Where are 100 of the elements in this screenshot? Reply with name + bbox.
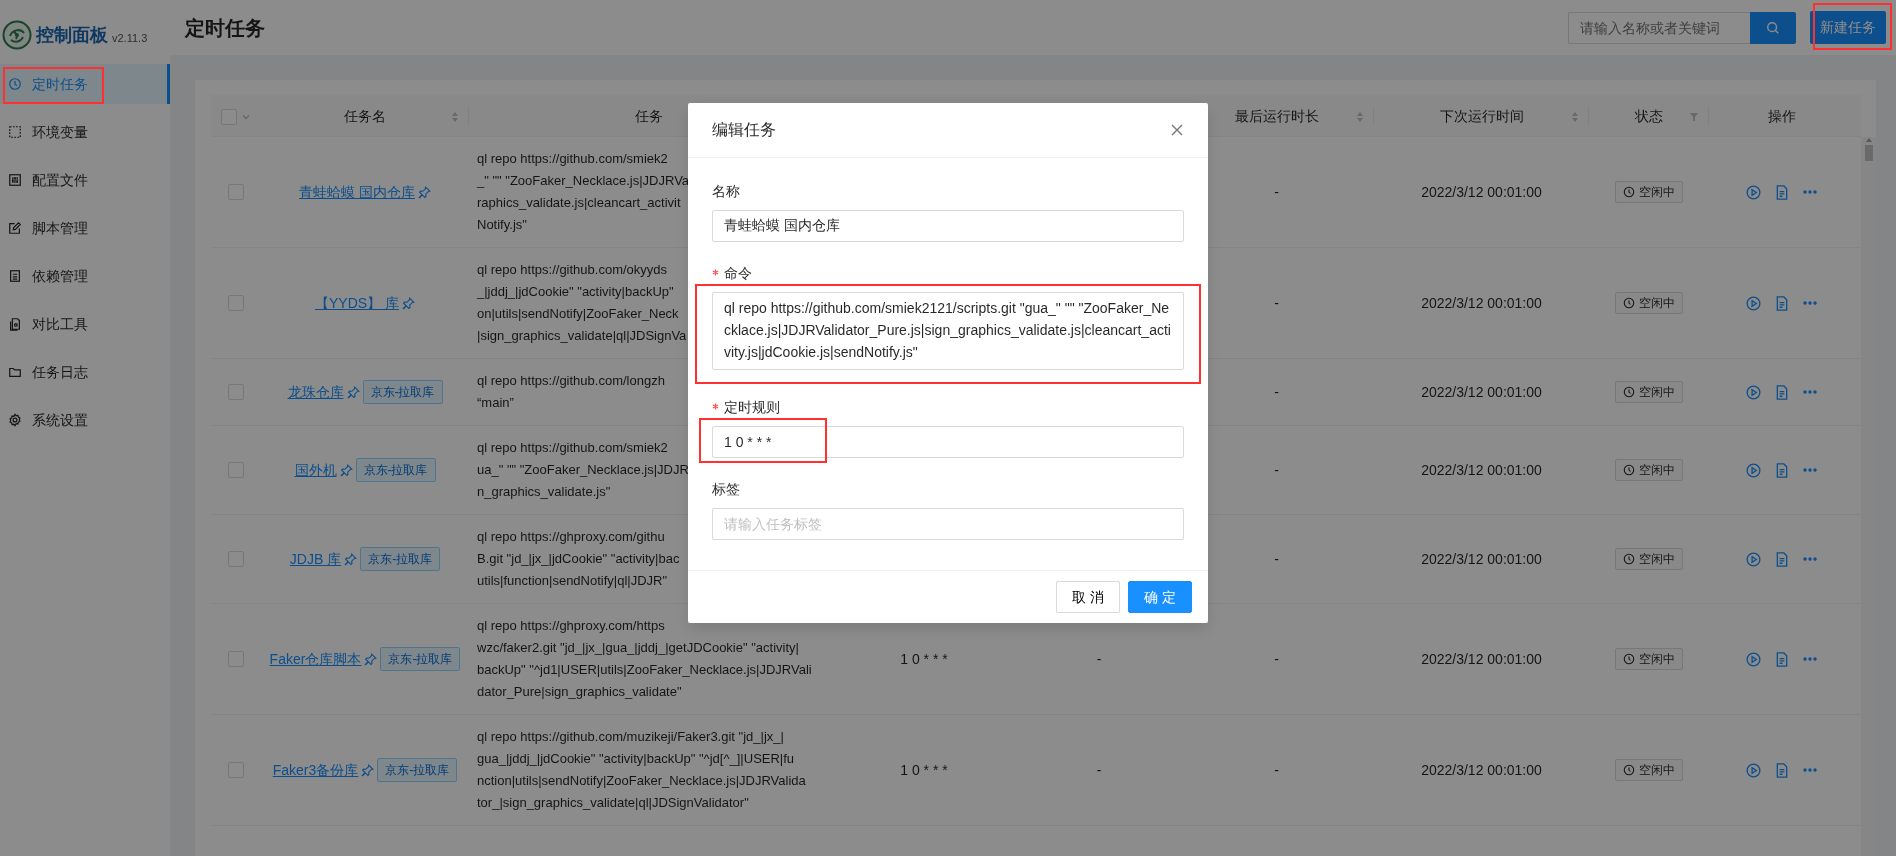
command-text: raphics_validate.js|cleancart_activit [477,194,681,212]
document-icon[interactable] [1775,551,1789,567]
next-run-time: 2022/3/12 00:01:00 [1421,293,1542,313]
sidebar-item[interactable]: 系统设置 [0,400,170,440]
duration-text: - [1274,649,1279,669]
play-icon[interactable] [1746,651,1761,667]
clock-icon [1623,464,1635,476]
clock-icon [1623,297,1635,309]
field-label: 定时规则 [712,396,1184,418]
play-icon[interactable] [1746,762,1761,778]
confirm-button[interactable]: 确 定 [1128,581,1192,613]
dashed-square-icon [8,125,22,139]
clock-icon [1623,653,1635,665]
document-icon [8,269,22,283]
command-text: ql repo https://ghproxy.com/githu [477,528,665,546]
task-tag: 京东-拉取库 [380,647,461,671]
play-icon[interactable] [1746,184,1761,200]
duration-text: - [1274,182,1279,202]
schedule-text: 1 0 * * * [900,649,948,669]
input-field[interactable]: 1 0 * * * [712,426,1184,458]
filter-icon[interactable] [1689,111,1699,122]
document-icon[interactable] [1775,184,1789,200]
command-text: _|jddj_|jdCookie" "activity|backUp" [477,283,674,301]
command-text: |sign_graphics_validate|ql|JDSignVa [477,327,687,345]
task-tag: 京东-拉取库 [362,380,443,404]
version-label: v2.11.3 [112,30,148,46]
more-icon[interactable] [1803,557,1817,561]
command-text: dator_Pure|sign_graphics_validate" [477,683,682,701]
command-text: “main” [477,394,514,412]
input-field[interactable]: 青蛙蛤蟆 国内仓库 [712,210,1184,242]
command-text: ql repo https://github.com/muzikeji/Faker3.git "jd_|jx_| [477,728,784,746]
next-run-time: 2022/3/12 00:01:00 [1421,382,1542,402]
status-tag: 空闲中 [1615,381,1683,403]
command-text: ql repo https://github.com/smiek2 [477,150,668,168]
scroll-up-icon[interactable] [1864,137,1873,143]
document-icon[interactable] [1775,651,1789,667]
next-run-time: 2022/3/12 00:01:00 [1421,460,1542,480]
sidebar-item[interactable]: 脚本管理 [0,208,170,248]
status-tag: 空闲中 [1615,759,1683,781]
document-icon[interactable] [1775,462,1789,478]
table-cell-text: - [1096,649,1102,669]
play-icon[interactable] [1746,551,1761,567]
scrollbar[interactable] [1861,137,1876,856]
clock-icon [1623,553,1635,565]
command-text: wzc/faker2.git "jd_|jx_|gua_|jddj_|getJDCookie" "activity| [477,639,799,657]
scroll-thumb[interactable] [1864,145,1873,161]
cancel-button[interactable]: 取 消 [1056,581,1121,613]
task-tag: 京东-拉取库 [355,458,436,482]
column-header[interactable]: 下次运行时间 [1439,106,1524,127]
command-text: gua_|jddj_|jdCookie" "activity|backUp" "^jd[^_]|USER|fu [477,750,795,768]
sort-icon[interactable] [1356,110,1364,123]
column-header[interactable]: 操作 [1767,106,1796,127]
command-text: ql repo https://github.com/longzh [477,372,665,390]
command-field[interactable]: ql repo https://github.com/smiek2121/scripts.git "gua_" "" "ZooFaker_Necklace.js|JDJRValidator_Pure.js|sign_graphics_validate.js|cleancart_activity.js|jdCookie.js|sendNotify.js" [712,292,1184,370]
sort-icon[interactable] [451,110,459,123]
play-icon[interactable] [1746,384,1761,400]
sidebar-item[interactable]: 依赖管理 [0,256,170,296]
document-icon[interactable] [1775,384,1789,400]
duration-text: - [1274,460,1279,480]
sort-icon[interactable] [1571,110,1579,123]
document-icon[interactable] [1775,762,1789,778]
duration-text: - [1274,382,1279,402]
clock-icon [1623,186,1635,198]
more-icon[interactable] [1803,190,1817,194]
edit-icon [8,221,22,235]
more-icon[interactable] [1803,390,1817,394]
play-icon[interactable] [1746,295,1761,311]
sidebar-item[interactable]: 对比工具 [0,304,170,344]
input-field[interactable]: 请输入任务标签 [712,508,1184,540]
more-icon[interactable] [1803,301,1817,305]
command-text: B.git "jd_|jx_|jdCookie" "activity|bac [477,550,680,568]
status-tag: 空闲中 [1615,548,1683,570]
status-tag: 空闲中 [1615,181,1683,203]
command-text: on|utils|sendNotify|ZooFaker_Neck [477,305,679,323]
sidebar-item[interactable]: 任务日志 [0,352,170,392]
more-icon[interactable] [1803,468,1817,472]
task-tag: 京东-拉取库 [377,758,458,782]
column-header[interactable]: 最后运行时长 [1234,106,1319,127]
files-icon [8,317,22,331]
search-button[interactable] [1750,11,1796,44]
more-icon[interactable] [1803,768,1817,772]
search-icon [1766,20,1780,35]
play-icon[interactable] [1746,462,1761,478]
column-header[interactable]: 任务名 [344,106,386,127]
status-tag: 空闲中 [1615,648,1683,670]
close-button[interactable] [1170,123,1184,137]
sidebar-item[interactable]: 环境变量 [0,112,170,152]
task-tag: 京东-拉取库 [360,547,441,571]
duration-text: - [1274,293,1279,313]
column-header[interactable]: 任务 [635,106,663,127]
command-text: tor_|sign_graphics_validate|ql|JDSignValidator" [477,794,749,812]
clock-icon [1623,764,1635,776]
more-icon[interactable] [1803,657,1817,661]
search-field[interactable]: 请输入名称或者关键词 [1568,11,1750,44]
column-header[interactable]: 状态 [1635,106,1663,127]
command-text: ql repo https://github.com/okyyds [477,261,668,279]
close-icon [1170,123,1184,137]
command-text: backUp" "^jd1|USER|utils|ZooFaker_Necklace.js|JDJRVali [477,661,812,679]
sidebar-item[interactable]: 配置文件 [0,160,170,200]
document-icon[interactable] [1775,295,1789,311]
